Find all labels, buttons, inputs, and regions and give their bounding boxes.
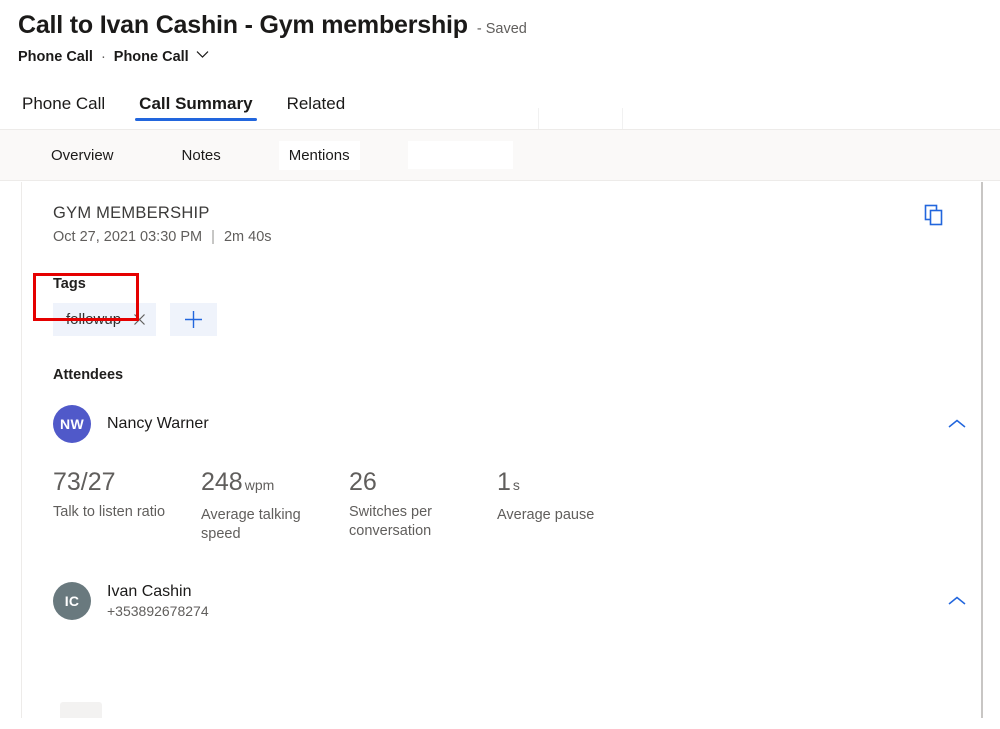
subtab-overview[interactable]: Overview bbox=[41, 141, 124, 170]
entity-type-label: Phone Call bbox=[18, 49, 93, 65]
metric-label: Average talking speed bbox=[201, 506, 331, 544]
metric-label: Average pause bbox=[497, 506, 627, 525]
breadcrumb: Phone Call · Phone Call bbox=[18, 49, 1000, 65]
call-summary-content: GYM MEMBERSHIP Oct 27, 2021 03:30 PM | 2… bbox=[22, 182, 982, 718]
tags-row: followup bbox=[53, 303, 982, 336]
metric-value: 73/27 bbox=[53, 469, 201, 495]
chevron-up-icon[interactable] bbox=[947, 418, 967, 430]
attendee-metrics: 73/27 Talk to listen ratio 248wpm Averag… bbox=[53, 469, 982, 544]
metric-value: 26 bbox=[349, 469, 497, 495]
subtab-notes[interactable]: Notes bbox=[172, 141, 231, 170]
page-title: Call to Ivan Cashin - Gym membership bbox=[18, 10, 468, 40]
title-row: Call to Ivan Cashin - Gym membership - S… bbox=[18, 10, 1000, 44]
metric-label: Switches per conversation bbox=[349, 503, 479, 541]
attendee-name: Ivan Cashin bbox=[107, 583, 209, 601]
metric-average-pause: 1s Average pause bbox=[497, 469, 645, 544]
attendee-row[interactable]: IC Ivan Cashin +353892678274 bbox=[53, 582, 982, 620]
avatar: IC bbox=[53, 582, 91, 620]
metric-talk-to-listen: 73/27 Talk to listen ratio bbox=[53, 469, 201, 544]
record-header: Call to Ivan Cashin - Gym membership - S… bbox=[0, 0, 1000, 65]
redacted-region bbox=[408, 141, 513, 169]
call-datetime: Oct 27, 2021 03:30 PM bbox=[53, 229, 202, 245]
subtab-mentions[interactable]: Mentions bbox=[279, 141, 360, 170]
panel-scrollbar[interactable] bbox=[981, 182, 982, 718]
chevron-up-icon[interactable] bbox=[947, 595, 967, 607]
attendees-heading: Attendees bbox=[53, 367, 982, 383]
metric-value: 248wpm bbox=[201, 469, 349, 498]
save-status: - Saved bbox=[477, 14, 527, 44]
metric-label: Talk to listen ratio bbox=[53, 503, 183, 522]
plus-icon[interactable] bbox=[170, 303, 217, 336]
tags-heading: Tags bbox=[53, 276, 982, 292]
tag-label: followup bbox=[66, 311, 121, 328]
content-panel-area: GYM MEMBERSHIP Oct 27, 2021 03:30 PM | 2… bbox=[0, 181, 1000, 718]
metric-value: 1s bbox=[497, 469, 645, 498]
close-icon[interactable] bbox=[133, 313, 146, 326]
attendee-phone: +353892678274 bbox=[107, 603, 209, 619]
panel-bottom-stub bbox=[60, 702, 102, 718]
call-subject: GYM MEMBERSHIP bbox=[53, 204, 982, 223]
call-duration: 2m 40s bbox=[224, 229, 272, 245]
attendee-name: Nancy Warner bbox=[107, 415, 209, 433]
metric-switches: 26 Switches per conversation bbox=[349, 469, 497, 544]
attendee-info: Ivan Cashin +353892678274 bbox=[91, 583, 209, 619]
call-meta: Oct 27, 2021 03:30 PM | 2m 40s bbox=[53, 229, 982, 245]
breadcrumb-separator: · bbox=[101, 49, 106, 65]
avatar: NW bbox=[53, 405, 91, 443]
copy-icon[interactable] bbox=[923, 204, 945, 226]
attendee-row[interactable]: NW Nancy Warner bbox=[53, 405, 982, 443]
tag-chip[interactable]: followup bbox=[53, 303, 156, 336]
meta-separator: | bbox=[211, 229, 215, 245]
secondary-tab-strip-wrapper: Overview Notes Mentions bbox=[0, 129, 1000, 181]
form-name-label: Phone Call bbox=[114, 49, 189, 65]
attendee-info: Nancy Warner bbox=[91, 415, 209, 433]
call-summary-panel: GYM MEMBERSHIP Oct 27, 2021 03:30 PM | 2… bbox=[21, 182, 983, 718]
metric-talking-speed: 248wpm Average talking speed bbox=[201, 469, 349, 544]
chevron-down-icon[interactable] bbox=[196, 47, 209, 63]
secondary-tab-bar: Overview Notes Mentions bbox=[0, 129, 1000, 181]
